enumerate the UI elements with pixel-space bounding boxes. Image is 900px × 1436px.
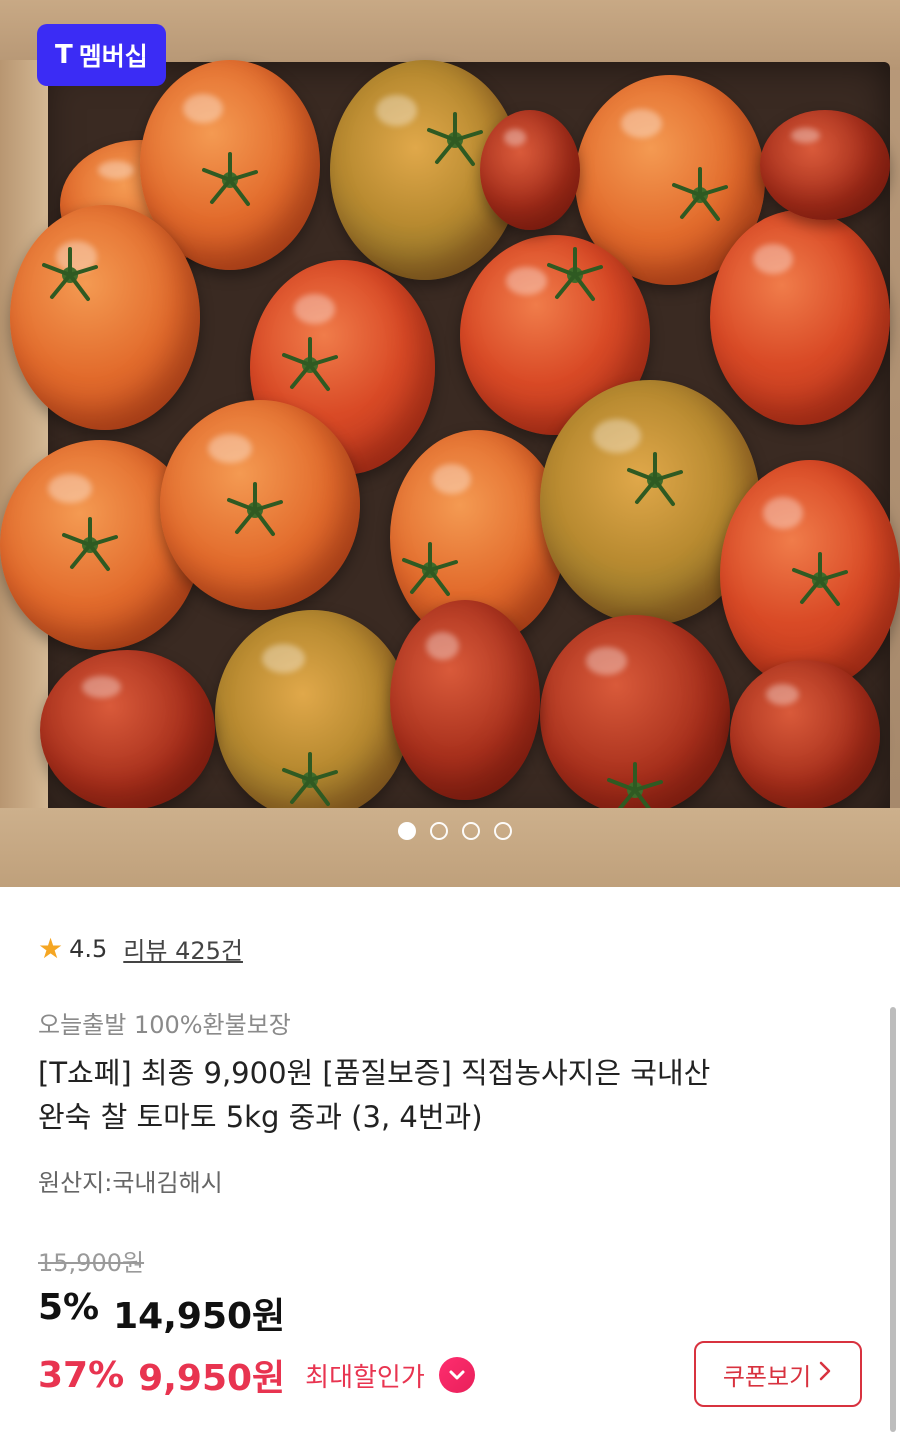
carousel-dot-3[interactable]	[462, 822, 480, 840]
tomato-stem	[627, 452, 683, 506]
tomato-stem	[282, 337, 338, 391]
sale-percent: 5%	[38, 1287, 100, 1328]
product-image-carousel[interactable]: T 멤버십	[0, 0, 900, 887]
tomato-stem	[402, 542, 458, 596]
max-discount-row[interactable]: 37% 9,950원 최대할인가	[38, 1349, 475, 1401]
sale-price: 14,950원	[113, 1296, 286, 1337]
tomato	[10, 205, 200, 430]
scrollbar[interactable]	[890, 1007, 896, 1432]
t-membership-badge: T 멤버십	[37, 24, 166, 86]
tomato	[480, 110, 580, 230]
carousel-indicator	[398, 822, 512, 840]
review-count-link[interactable]: 리뷰 425건	[123, 931, 243, 966]
tomato	[390, 600, 540, 800]
rating-row: ★ 4.5 리뷰 425건	[38, 931, 243, 966]
t-logo-icon: T	[55, 40, 73, 70]
tomato-stem	[202, 152, 258, 206]
chevron-down-icon[interactable]	[438, 1357, 475, 1393]
tomato	[730, 660, 880, 810]
tomato-stem	[227, 482, 283, 536]
tomato	[40, 650, 215, 810]
product-title-line-2: 완숙 찰 토마토 5kg 중과 (3, 4번과)	[38, 1100, 483, 1134]
box-left-edge	[0, 60, 48, 820]
coupon-button-label: 쿠폰보기	[722, 1362, 812, 1391]
box-front-edge	[0, 808, 900, 887]
max-discount-price: 9,950원	[138, 1358, 286, 1399]
rating-value: 4.5	[69, 934, 108, 963]
tomato	[710, 210, 890, 425]
tomato-stem	[62, 517, 118, 571]
sale-price-row: 5% 14,950원	[38, 1287, 285, 1339]
tomato-stem	[42, 247, 98, 301]
product-title-line-1: [T쇼페] 최종 9,900원 [품질보증] 직접농사지은 국내산	[38, 1056, 711, 1090]
original-price: 15,900원	[38, 1249, 145, 1277]
tomato-stem	[547, 247, 603, 301]
carousel-dot-2[interactable]	[430, 822, 448, 840]
shipping-tagline: 오늘출발 100%환불보장	[38, 1011, 291, 1039]
max-discount-percent: 37%	[38, 1354, 125, 1396]
carousel-dot-4[interactable]	[494, 822, 512, 840]
tomato-stem	[427, 112, 483, 166]
max-discount-label: 최대할인가	[305, 1362, 425, 1393]
tomato-stem	[792, 552, 848, 606]
product-info: ★ 4.5 리뷰 425건 오늘출발 100%환불보장 [T쇼페] 최종 9,9…	[0, 887, 900, 1436]
star-icon: ★	[38, 931, 64, 965]
view-coupon-button[interactable]: 쿠폰보기	[694, 1341, 862, 1407]
membership-label: 멤버십	[78, 42, 148, 71]
chevron-right-icon	[817, 1360, 833, 1388]
tomato	[760, 110, 890, 220]
product-title: [T쇼페] 최종 9,900원 [품질보증] 직접농사지은 국내산 완숙 찰 토…	[38, 1051, 838, 1139]
origin-label: 원산지:국내김해시	[38, 1169, 223, 1197]
tomato-stem	[672, 167, 728, 221]
carousel-dot-1[interactable]	[398, 822, 416, 840]
tomato-stem	[282, 752, 338, 806]
